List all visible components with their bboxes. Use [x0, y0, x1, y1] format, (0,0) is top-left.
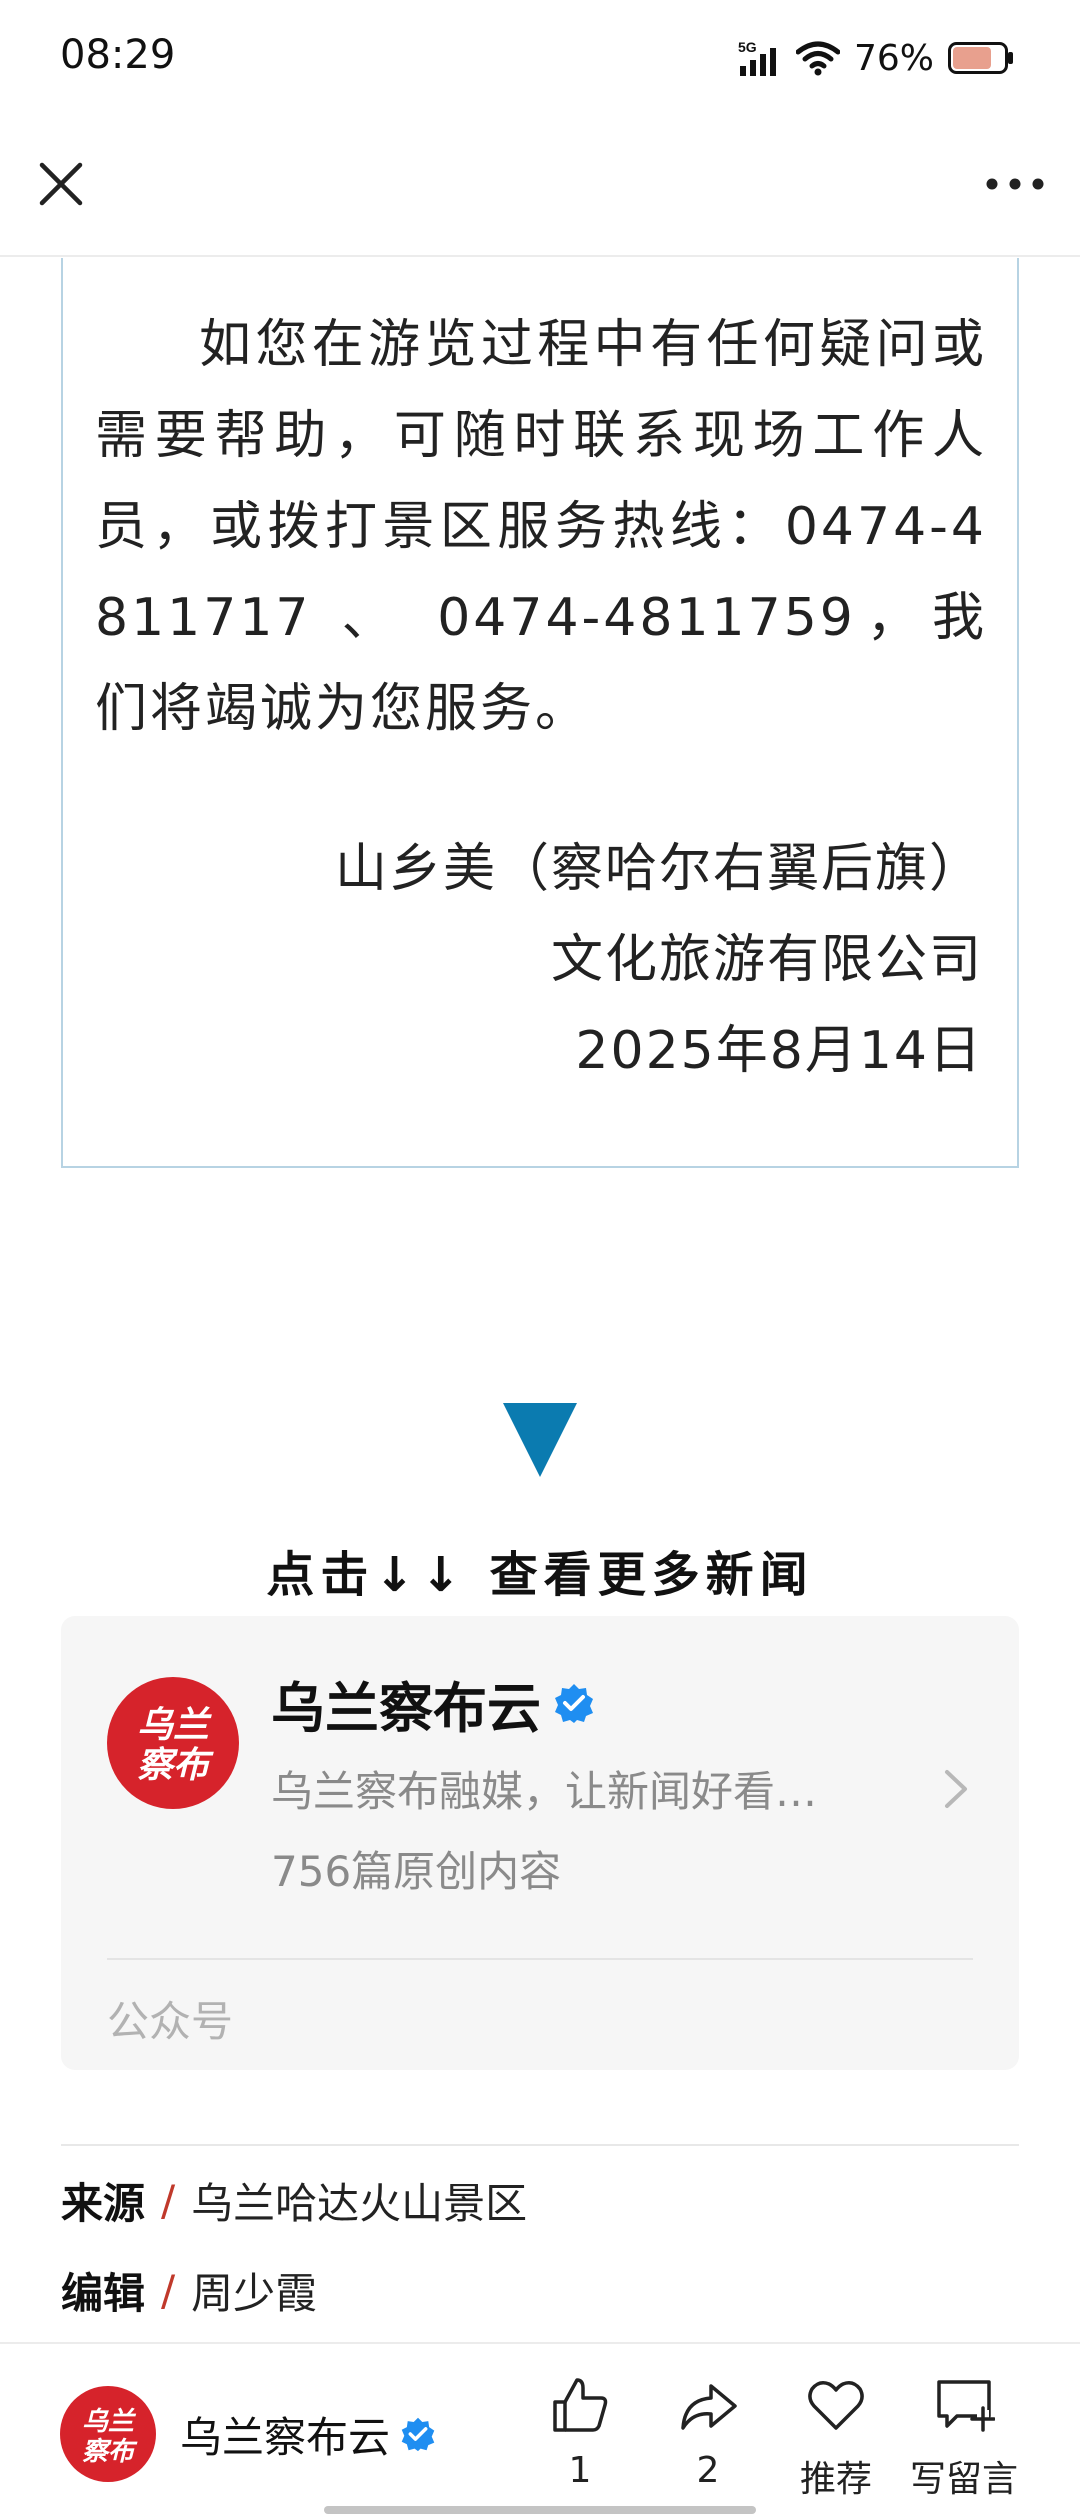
- status-bar: 08:29 5G 76%: [0, 0, 1080, 115]
- like-button[interactable]: 1: [510, 2374, 650, 2491]
- bottom-account-name: 乌兰察布云: [180, 2412, 391, 2462]
- bottom-logo-line1: 乌兰: [82, 2407, 137, 2437]
- signature-date: 2025年8月14日: [575, 1021, 983, 1081]
- write-comment-label: 写留言: [909, 2459, 1018, 2500]
- separator-slash: /: [161, 2266, 176, 2315]
- signature-line-2: 文化旅游有限公司: [550, 930, 983, 990]
- more-icon[interactable]: [980, 153, 1050, 215]
- account-name: 乌兰察布云: [271, 1676, 541, 1740]
- bottom-account-name-row[interactable]: 乌兰察布云: [180, 2404, 436, 2464]
- notice-body: 如您在游览过程中有任何疑问或需要帮助，可随时联系现场工作人员，或拨打景区服务热线…: [95, 315, 987, 739]
- editor-value: 周少霞: [191, 2269, 318, 2318]
- share-count: 2: [696, 2450, 720, 2491]
- write-comment-button[interactable]: 写留言: [894, 2374, 1034, 2502]
- down-triangle-icon: [503, 1403, 577, 1477]
- wifi-icon: [795, 41, 840, 76]
- source-key: 来源: [61, 2179, 146, 2228]
- network-type: 5G: [738, 39, 757, 55]
- nav-bar: [0, 115, 1080, 257]
- original-count: 756篇原创内容: [271, 1847, 562, 1896]
- battery-percent: 76%: [853, 37, 934, 79]
- close-icon[interactable]: [30, 153, 92, 215]
- editor-key: 编辑: [61, 2269, 146, 2318]
- account-card[interactable]: 乌兰 察布 乌兰察布云 乌兰察布融媒，让新闻好看… 756篇原创内容 公众号: [61, 1616, 1019, 2070]
- card-divider: [107, 1958, 973, 1960]
- account-name-row: 乌兰察布云: [271, 1668, 595, 1740]
- like-count: 1: [568, 2450, 592, 2491]
- bottom-logo-line2: 察布: [82, 2437, 138, 2467]
- meta-source-row: 来源 / 乌兰哈达火山景区: [61, 2170, 527, 2231]
- account-type-label: 公众号: [107, 1997, 234, 2046]
- separator-slash: /: [161, 2176, 176, 2225]
- recommend-button[interactable]: 推荐: [766, 2374, 906, 2502]
- signal-5g-icon: 5G: [738, 39, 776, 76]
- recommend-label: 推荐: [799, 2459, 872, 2500]
- meta-editor-row: 编辑 / 周少霞: [61, 2260, 317, 2321]
- bottom-account-logo[interactable]: 乌兰 察布: [60, 2386, 156, 2482]
- bottom-toolbar: 乌兰 察布 乌兰察布云 1 2 推荐 写留言: [0, 2342, 1080, 2520]
- meta-divider: [61, 2144, 1019, 2146]
- verified-badge-icon: [555, 1684, 593, 1723]
- signature-line-1: 山乡美（察哈尔右翼后旗）: [334, 839, 983, 899]
- account-logo: 乌兰 察布: [107, 1677, 239, 1809]
- verified-badge-icon: [401, 2417, 435, 2452]
- home-indicator[interactable]: [324, 2506, 756, 2514]
- source-value: 乌兰哈达火山景区: [191, 2179, 528, 2228]
- chevron-right-icon: [945, 1770, 967, 1808]
- share-arrow-icon: [681, 2384, 737, 2430]
- logo-text-line2: 察布: [137, 1745, 214, 1786]
- comment-add-icon: [937, 2380, 995, 2432]
- heart-icon: [808, 2381, 864, 2430]
- thumbs-up-icon: [553, 2378, 608, 2432]
- status-icons: 5G 76%: [738, 36, 1014, 80]
- share-button[interactable]: 2: [638, 2374, 778, 2491]
- battery-icon: [948, 42, 1013, 74]
- account-description: 乌兰察布融媒，让新闻好看…: [271, 1767, 818, 1816]
- more-news-link[interactable]: 点击↓↓ 查看更多新闻: [0, 1535, 1080, 1605]
- status-time: 08:29: [60, 32, 176, 78]
- notice-signature: 山乡美（察哈尔右翼后旗） 文化旅游有限公司 2025年8月14日: [335, 824, 983, 1097]
- logo-text-line1: 乌兰: [137, 1705, 212, 1746]
- notice-box: 如您在游览过程中有任何疑问或需要帮助，可随时联系现场工作人员，或拨打景区服务热线…: [61, 258, 1019, 1168]
